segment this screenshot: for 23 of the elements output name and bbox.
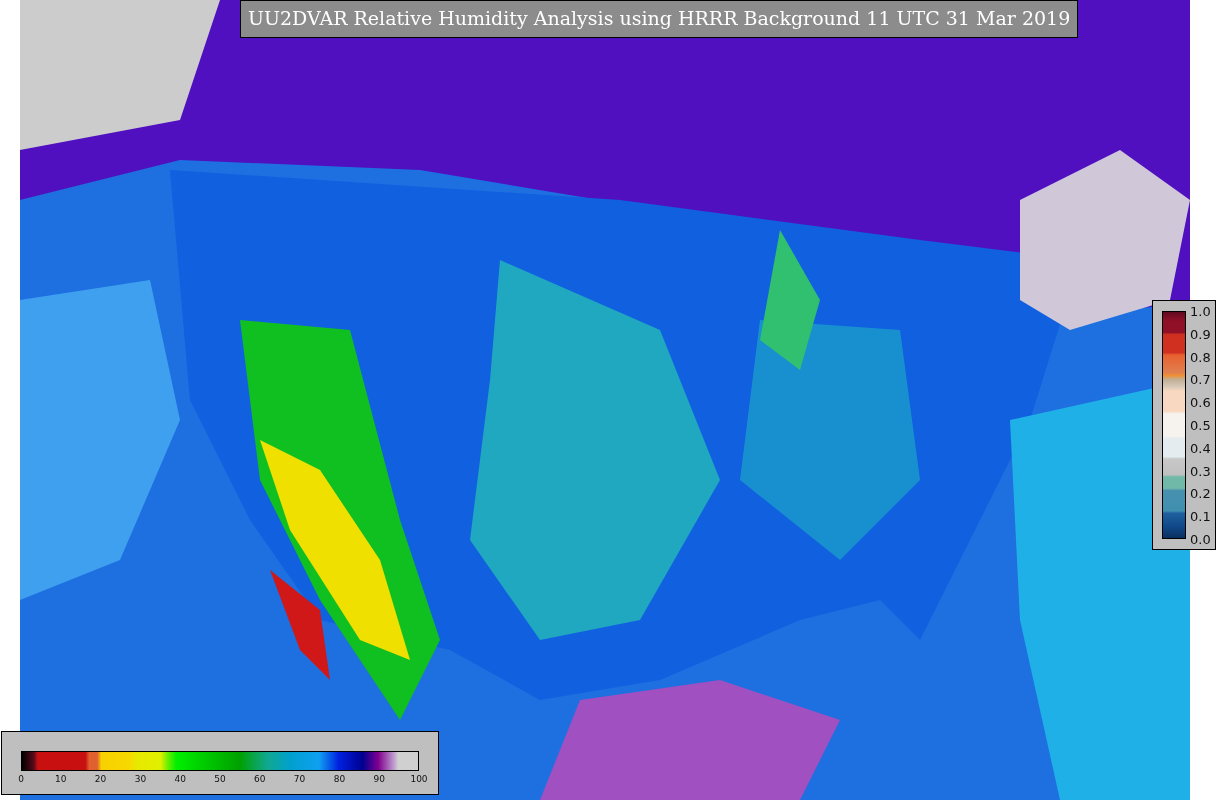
tick-label: 10 — [55, 774, 67, 784]
tick-label: 50 — [214, 774, 226, 784]
tick-label: 0.4 — [1190, 440, 1211, 456]
tick-label: 30 — [134, 774, 147, 784]
tick-label: 0.3 — [1190, 463, 1211, 479]
tick-label: 40 — [174, 774, 186, 784]
tick-label: 0.1 — [1190, 508, 1211, 524]
tick-label: 60 — [254, 774, 266, 784]
tick-label: 0.6 — [1190, 394, 1211, 410]
tick-label: 100 — [410, 774, 428, 784]
tick-label: 0.7 — [1190, 371, 1211, 387]
tick-label: 1.0 — [1190, 303, 1211, 319]
map-title: UU2DVAR Relative Humidity Analysis using HRRR Background 11 UTC 31 Mar 2019 — [240, 0, 1079, 38]
tick-label: 0.2 — [1190, 485, 1211, 501]
tick-label: 0.8 — [1190, 349, 1211, 365]
tick-label: 70 — [293, 774, 306, 784]
tick-label: 90 — [373, 774, 385, 784]
tick-label: 80 — [333, 774, 346, 784]
tick-label: 0.5 — [1190, 417, 1211, 433]
tick-label: 0.9 — [1190, 326, 1211, 342]
tick-label: 0.0 — [1190, 531, 1211, 547]
tick-label: 20 — [94, 774, 107, 784]
tick-label: 0 — [18, 774, 24, 784]
